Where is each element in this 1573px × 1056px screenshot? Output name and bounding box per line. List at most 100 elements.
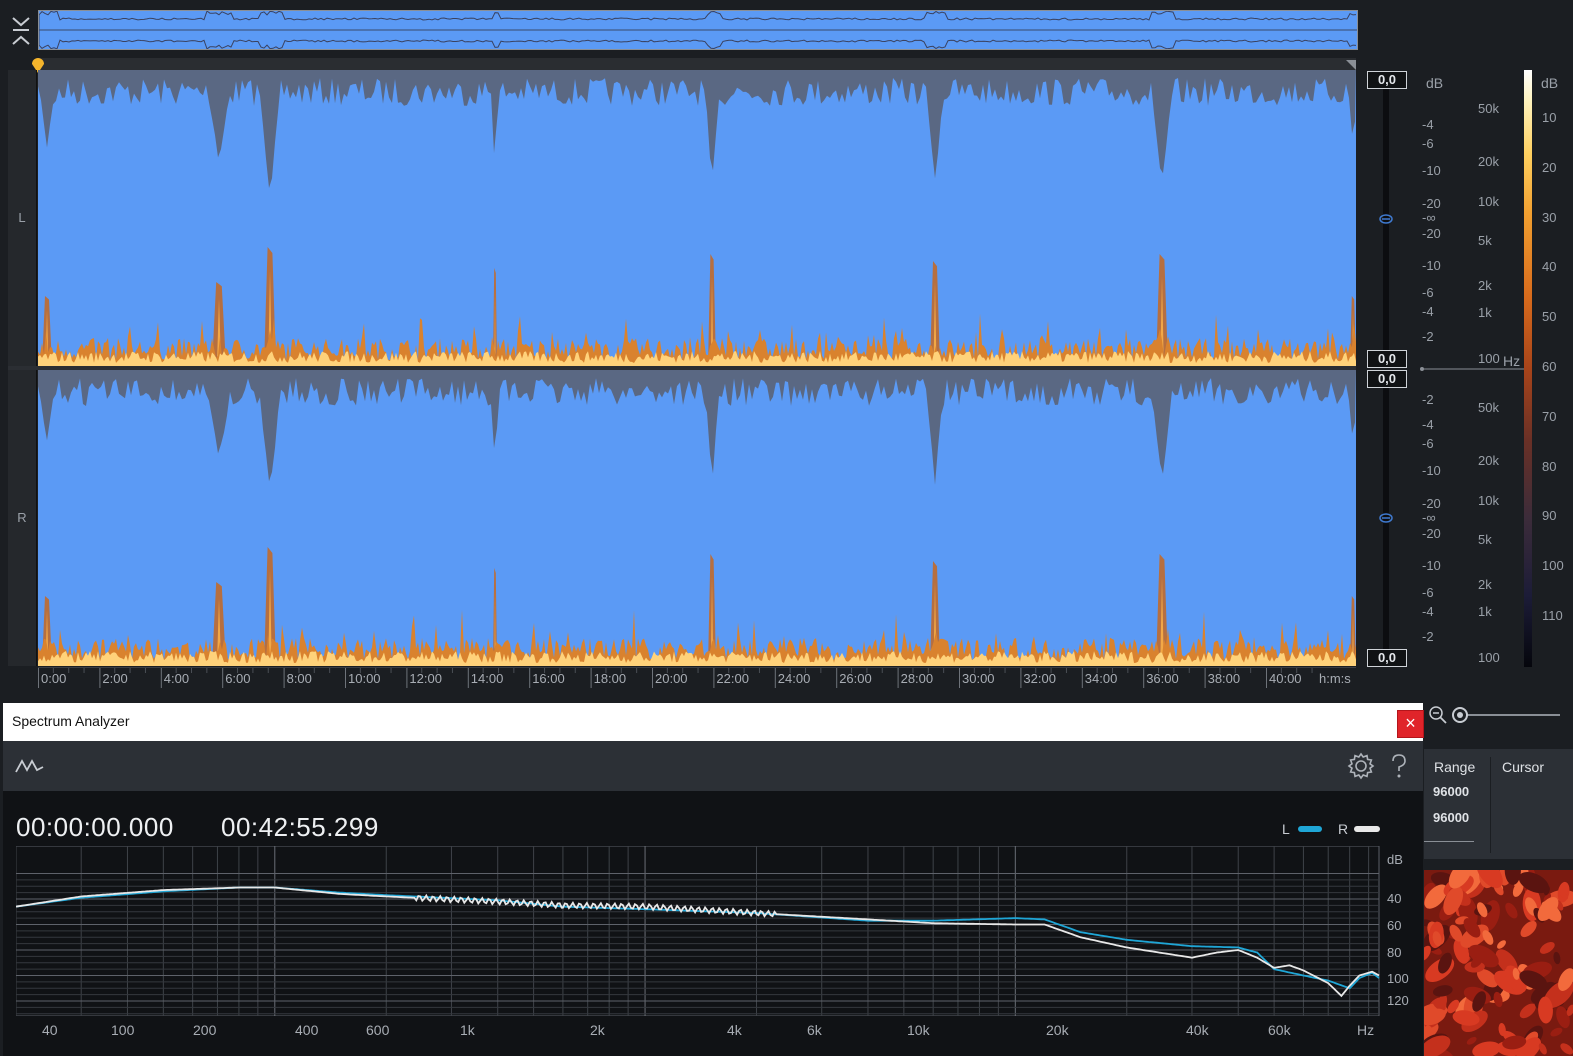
close-button[interactable]: × (1397, 710, 1424, 738)
time-tick-label: 32:00 (1023, 671, 1056, 686)
help-icon[interactable] (1389, 753, 1409, 779)
spectrum-db-tick: 100 (1387, 971, 1409, 986)
timeline-strip[interactable] (38, 58, 1356, 70)
time-tick-label: 4:00 (163, 671, 190, 686)
amplitude-readout-left-top[interactable]: 0,0 (1367, 71, 1407, 89)
zoom-controls (1424, 703, 1573, 749)
spectrum-db-tick: 40 (1387, 891, 1402, 906)
db-scale-right-tick: -2 (1422, 629, 1434, 644)
db-scale-left-tick: -4 (1422, 304, 1434, 319)
frequency-scale-left-tick: 5k (1478, 233, 1492, 248)
spectrum-db-tick: dB (1387, 852, 1403, 867)
time-tick-label: 12:00 (409, 671, 442, 686)
db-scale-left-tick: -20 (1422, 226, 1441, 241)
zoom-slider[interactable] (1450, 705, 1570, 725)
spectrum-frequency-tick: 100 (111, 1022, 135, 1038)
spectrogram-right-channel[interactable] (38, 370, 1356, 666)
db-scale-right-tick: -6 (1422, 436, 1434, 451)
selection-info-panel: Range Cursor 96000 96000 (1424, 749, 1573, 859)
colorbar-tick: 40 (1542, 259, 1557, 275)
spectrum-frequency-tick: 2k (590, 1022, 605, 1038)
scale-separator (1420, 367, 1524, 371)
range-header: Range (1434, 759, 1476, 775)
cursor-header: Cursor (1502, 759, 1545, 775)
colorbar-tick: 110 (1542, 608, 1563, 623)
db-scale-left-tick: -2 (1422, 329, 1434, 344)
spectrum-frequency-tick: 40 (42, 1022, 58, 1038)
db-scale-left-tick: -20 (1422, 196, 1441, 211)
info-underline (1424, 841, 1474, 842)
time-tick-label: 10:00 (348, 671, 381, 686)
time-tick-label: 26:00 (839, 671, 872, 686)
time-tick-label: 24:00 (777, 671, 811, 686)
collapse-icon[interactable] (10, 14, 32, 48)
frequency-scale-left-tick: 20k (1478, 154, 1499, 169)
db-scale-right-tick: -20 (1422, 526, 1441, 541)
colorbar-tick: 10 (1542, 110, 1557, 125)
colorbar-tick: 70 (1542, 408, 1557, 424)
legend-label-right: R (1338, 821, 1349, 837)
db-scale-left-tick: -6 (1422, 136, 1434, 151)
time-tick-label: 34:00 (1084, 671, 1118, 686)
spectrum-frequency-tick: 200 (193, 1022, 217, 1038)
spectrum-frequency-tick: 6k (807, 1022, 822, 1038)
time-tick-label: 22:00 (716, 671, 749, 686)
db-scale-left-tick: -4 (1422, 117, 1434, 132)
time-tick-label: 28:00 (900, 671, 934, 686)
spectrum-frequency-tick: 20k (1046, 1022, 1069, 1038)
colorbar-tick: 20 (1542, 159, 1557, 175)
frequency-scale-right-tick: 100 (1478, 650, 1500, 665)
frequency-scale-right-tick: 50k (1478, 400, 1499, 415)
db-scale-left-tick: -∞ (1422, 210, 1436, 225)
analysis-end-time: 00:42:55.299 (221, 812, 379, 842)
spectrogram-left-channel[interactable] (38, 70, 1356, 366)
frequency-scale-left-tick: 50k (1478, 101, 1499, 116)
waveform-overview[interactable] (38, 10, 1358, 50)
time-tick-label: 16:00 (532, 671, 565, 686)
spectrogram-colorbar (1524, 70, 1532, 667)
frequency-scale-left-channel: 50k 20k 10k 5k 2k 1k 100 (1470, 70, 1524, 366)
amplitude-readout-left-bottom[interactable]: 0,0 (1367, 350, 1407, 368)
frequency-scale-right-tick: 2k (1478, 577, 1492, 592)
colorbar-tick: 80 (1542, 458, 1557, 474)
time-tick-label: 0:00 (41, 671, 67, 686)
frequency-scale-right-tick: 20k (1478, 453, 1499, 468)
amplitude-readout-right-bottom[interactable]: 0,0 (1367, 649, 1407, 667)
legend-swatch-right (1354, 826, 1380, 832)
spectrum-icon[interactable] (15, 755, 45, 777)
zoom-out-icon[interactable] (1428, 705, 1448, 725)
spectrum-frequency-tick: 4k (727, 1022, 742, 1038)
time-tick-label: 36:00 (1146, 671, 1179, 686)
spectrum-db-tick: 120 (1387, 993, 1409, 1008)
spectrum-frequency-tick: 10k (907, 1022, 930, 1038)
colorbar-ticks: 10 20 30 40 50 60 70 80 90 100 110 (1538, 70, 1572, 667)
spectrum-frequency-tick: Hz (1357, 1022, 1375, 1038)
channel-left-label: L (18, 210, 26, 225)
spectrum-plot[interactable] (16, 846, 1381, 1016)
close-icon: × (1405, 713, 1416, 733)
db-scale-right-tick: -4 (1422, 417, 1434, 432)
end-marker[interactable] (1346, 60, 1356, 70)
amplitude-readout-right-top[interactable]: 0,0 (1367, 370, 1407, 388)
frequency-scale-right-channel: 50k 20k 10k 5k 2k 1k 100 (1470, 370, 1524, 666)
db-scale-right-tick: -10 (1422, 463, 1441, 478)
time-tick-label: 40:00 (1269, 671, 1302, 686)
db-scale-right-channel: -2 -4 -6 -10 -20 -∞ -20 -10 -6 -4 -2 (1418, 370, 1468, 666)
time-tick-label: 6:00 (225, 671, 251, 686)
colorbar-tick: 100 (1542, 558, 1564, 574)
frequency-scale-left-tick: 10k (1478, 194, 1499, 209)
frequency-scale-left-tick: 2k (1478, 278, 1492, 293)
db-scale-right-tick: -4 (1422, 604, 1434, 619)
spectrum-frequency-tick: 600 (366, 1022, 390, 1038)
channel-right-label: R (17, 510, 27, 525)
analysis-start-time: 00:00:00.000 (16, 812, 174, 842)
legend-label-left: L (1282, 821, 1290, 837)
legend-swatch-left (1298, 826, 1322, 832)
spectrum-analyzer-titlebar[interactable] (3, 703, 1423, 741)
gear-icon[interactable] (1346, 751, 1376, 781)
db-scale-right-tick: -6 (1422, 585, 1434, 600)
frequency-scale-right-tick: 10k (1478, 493, 1499, 508)
spectrum-analyzer-title: Spectrum Analyzer (12, 713, 130, 729)
frequency-scale-left-tick: 1k (1478, 305, 1492, 320)
amplitude-ruler (1357, 70, 1415, 667)
